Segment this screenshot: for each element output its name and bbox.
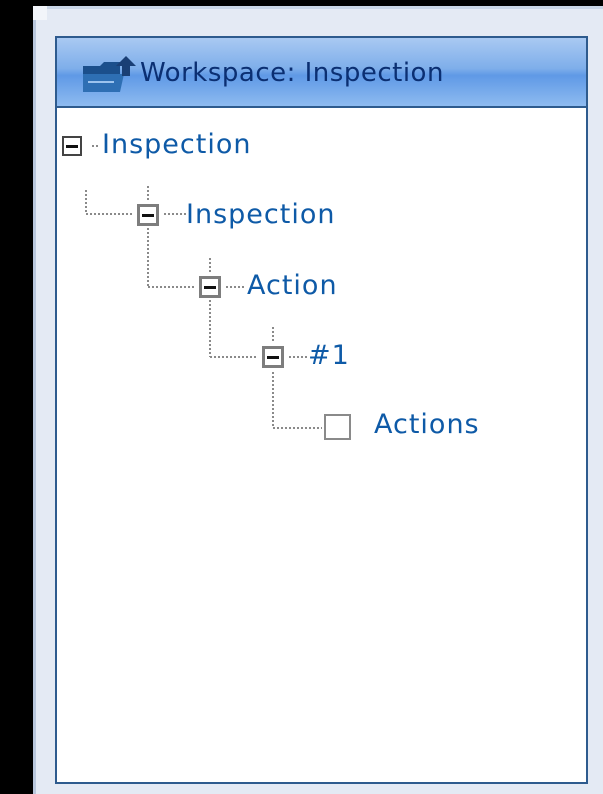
minus-icon (267, 356, 279, 359)
minus-icon (66, 145, 78, 148)
tree-node-action[interactable]: Action (247, 269, 338, 303)
tree-node-actions[interactable]: Actions (374, 408, 480, 442)
panel-title: Workspace: Inspection (140, 58, 444, 88)
window-frame-corner (33, 6, 47, 20)
tree-node-inspection-root[interactable]: Inspection (102, 128, 251, 162)
actions-checkbox[interactable] (324, 414, 351, 440)
tree-toggle-item-1-collapse[interactable] (262, 346, 284, 368)
minus-icon (142, 214, 154, 217)
tree-toggle-action-collapse[interactable] (199, 276, 221, 298)
tree-node-inspection[interactable]: Inspection (186, 198, 335, 232)
minus-icon (204, 286, 216, 289)
folder-upload-icon (83, 56, 136, 92)
tree-toggle-inspection-collapse[interactable] (137, 204, 159, 226)
tree-node-item-1[interactable]: #1 (308, 339, 350, 373)
tree-toggle-root-collapse[interactable] (62, 136, 82, 156)
